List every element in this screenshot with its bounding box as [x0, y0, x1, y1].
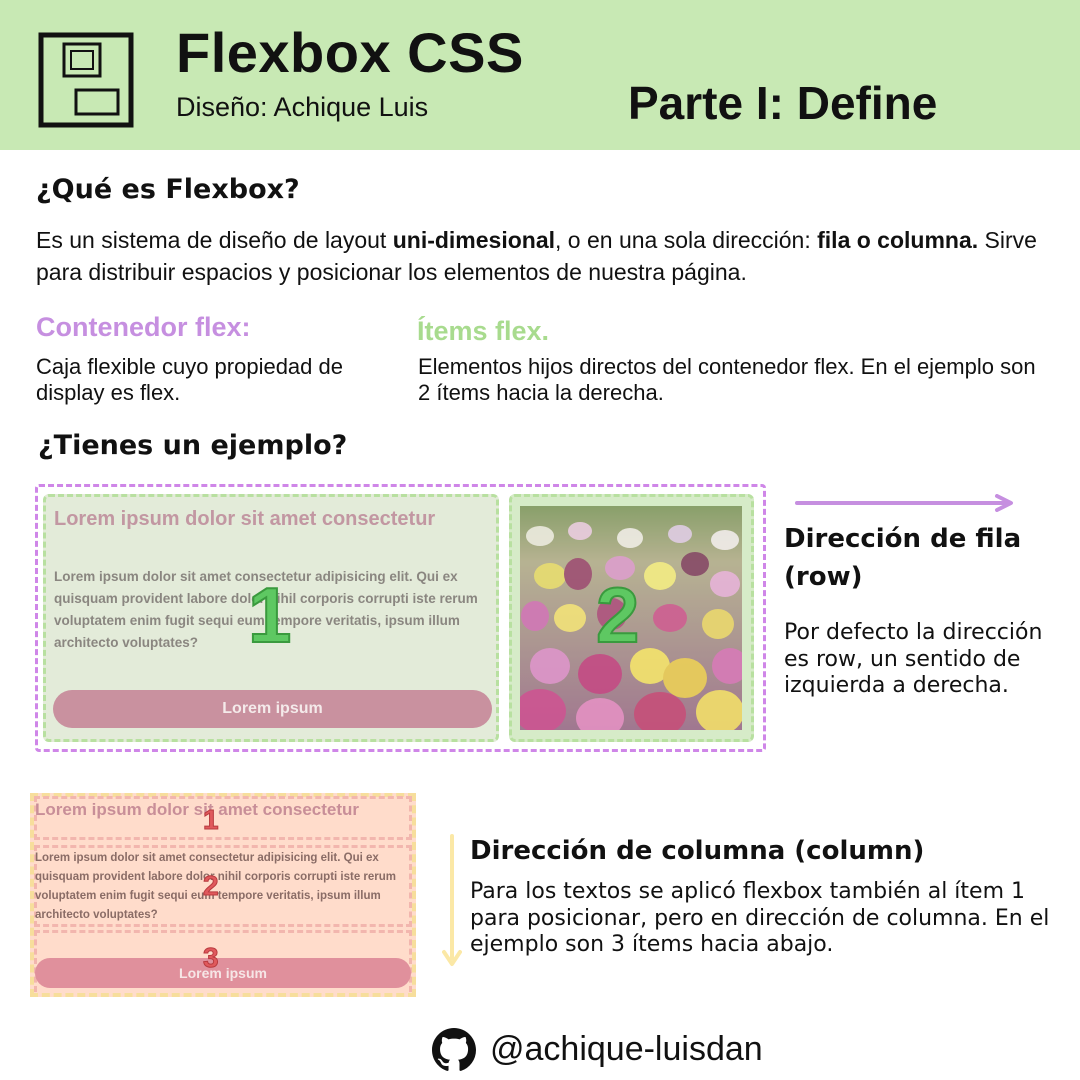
intro-text-1: Es un sistema de diseño de layout	[36, 227, 393, 253]
container-text: Caja flexible cuyo propiedad de display …	[36, 354, 343, 405]
intro-paragraph: Es un sistema de diseño de layout uni-di…	[36, 224, 1046, 288]
column-number-2: 2	[203, 870, 220, 902]
column-direction-arrow-icon	[442, 834, 462, 966]
github-icon[interactable]	[432, 1028, 476, 1072]
column-number-1: 1	[203, 804, 220, 836]
page-title: Flexbox CSS	[176, 21, 524, 84]
author-credit: Diseño: Achique Luis	[176, 92, 429, 122]
item-number-2: 2	[595, 570, 640, 660]
column-card-body: Lorem ipsum dolor sit amet consectetur a…	[35, 852, 397, 921]
column-direction-title: Dirección de columna (column)	[470, 836, 925, 866]
what-is-heading: ¿Qué es Flexbox?	[36, 174, 300, 205]
row-direction-title: Dirección de fila (row)	[784, 524, 1022, 592]
row-direction-arrow-icon	[795, 494, 1013, 512]
example-heading: ¿Tienes un ejemplo?	[38, 430, 348, 461]
item-number-1: 1	[247, 570, 292, 660]
intro-text-2: , o en una sola dirección:	[555, 227, 818, 253]
column-direction-text: Para los textos se aplicó flexbox tambié…	[470, 879, 1050, 957]
column-card-button[interactable]: Lorem ipsum	[35, 958, 411, 988]
container-title: Contenedor flex:	[36, 312, 251, 342]
intro-bold-2: fila o columna.	[817, 227, 979, 253]
column-number-3: 3	[203, 942, 220, 974]
column-card-title: Lorem ipsum dolor sit amet consectetur	[35, 800, 360, 819]
card-title: Lorem ipsum dolor sit amet consectetur	[54, 508, 436, 530]
row-direction-text: Por defecto la dirección es row, un sent…	[784, 620, 1043, 698]
items-text: Elementos hijos directos del contenedor …	[418, 354, 1036, 405]
items-title: Ítems flex.	[417, 316, 550, 346]
part-label: Parte I: Define	[628, 77, 938, 129]
card-button[interactable]: Lorem ipsum	[53, 690, 492, 728]
github-handle[interactable]: @achique-luisdan	[490, 1030, 763, 1069]
intro-bold-1: uni-dimesional	[392, 227, 556, 253]
flexbox-logo-icon	[38, 32, 134, 128]
